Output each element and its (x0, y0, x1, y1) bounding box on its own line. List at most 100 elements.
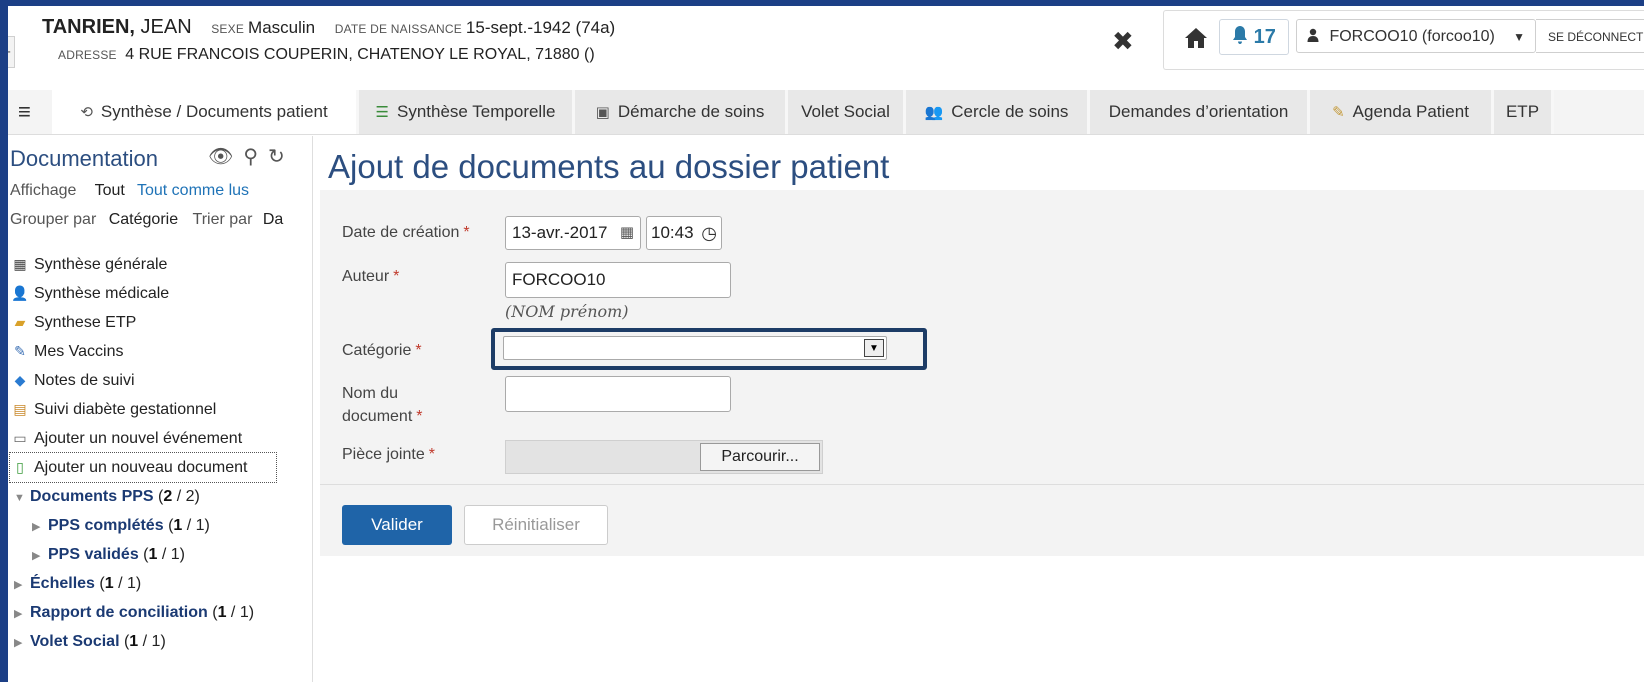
sidebar-item-ajouter-evenement[interactable]: ▭ Ajouter un nouvel événement (10, 424, 312, 453)
date-label-text: Date de création (342, 224, 460, 241)
tab-label: Agenda Patient (1352, 102, 1469, 121)
expanded-triangle-icon: ▼ (14, 492, 25, 504)
sidebar-item-notes-suivi[interactable]: ◆ Notes de suivi (10, 366, 312, 395)
required-mark: * (463, 224, 470, 241)
menu-icon[interactable]: ≡ (18, 90, 31, 134)
notifications-button[interactable]: 17 (1219, 19, 1289, 55)
calendar-icon[interactable]: ▦ (620, 217, 634, 249)
tab-etp[interactable]: ETP (1494, 90, 1554, 134)
tab-synthese-documents[interactable]: ⟲ Synthèse / Documents patient (52, 90, 359, 134)
grid-icon: ▦ (13, 256, 27, 272)
tree-node-documents-pps[interactable]: ▼ Documents PPS (2 / 2) (10, 482, 312, 511)
calendar-icon: ▭ (13, 430, 27, 446)
browse-button[interactable]: Parcourir... (700, 443, 820, 471)
tab-synthese-temporelle[interactable]: ☰ Synthèse Temporelle (359, 90, 575, 134)
count-b: 2 (185, 488, 195, 505)
reset-button[interactable]: Réinitialiser (464, 505, 608, 545)
history-icon: ⟲ (80, 104, 93, 121)
display-all-read-option[interactable]: Tout comme lus (137, 182, 249, 199)
chevron-down-icon[interactable]: ▼ (864, 339, 884, 357)
medkit-icon: ▣ (595, 104, 610, 121)
form-actions: Valider Réinitialiser (320, 484, 1644, 556)
close-icon[interactable]: ✖ (1112, 26, 1134, 57)
count-b: 1 (126, 575, 136, 592)
tree-node-name: Rapport de conciliation (30, 604, 208, 621)
sidebar-item-mes-vaccins[interactable]: ✎ Mes Vaccins (10, 337, 312, 366)
docname-label-line2: document (342, 408, 413, 425)
document-name-field[interactable] (505, 376, 731, 412)
patient-header: + TANRIEN, JEAN SEXEMasculin DATE DE NAI… (8, 6, 1644, 102)
logout-button[interactable]: SE DÉCONNECTER (1536, 19, 1644, 53)
collapsed-triangle-icon: ▶ (14, 579, 23, 591)
docname-label: Nom du document * (342, 382, 423, 428)
creation-date-field[interactable]: 13-avr.-2017 ▦ (505, 216, 641, 250)
expand-panel-handle[interactable]: + (8, 36, 15, 68)
tree-node-rapport-conciliation[interactable]: ▶ Rapport de conciliation (1 / 1) (10, 598, 312, 627)
display-all-option[interactable]: Tout (95, 182, 125, 199)
tree-node-pps-valides[interactable]: ▶ PPS validés (1 / 1) (10, 540, 312, 569)
required-mark: * (393, 268, 400, 285)
tree-node-name: PPS complétés (48, 517, 164, 534)
eye-icon[interactable]: 👁 (208, 146, 243, 168)
sidebar-item-synthese-etp[interactable]: ▰ Synthese ETP (10, 308, 312, 337)
sidebar-item-label: Synthese ETP (34, 314, 137, 331)
sort-value[interactable]: Da (263, 211, 283, 228)
time-value: 10:43 (651, 223, 694, 242)
count-b: 1 (195, 517, 205, 534)
new-document-icon: ▯ (16, 459, 24, 475)
sidebar-item-synthese-medicale[interactable]: 👤 Synthèse médicale (10, 279, 312, 308)
add-document-form: Date de création * 13-avr.-2017 ▦ 10:43 ◷… (320, 190, 1644, 484)
author-label-text: Auteur (342, 268, 390, 285)
tab-demarche-soins[interactable]: ▣ Démarche de soins (575, 90, 788, 134)
date-label: Date de création * (342, 224, 470, 242)
category-select[interactable]: ▼ (503, 336, 887, 360)
attachment-field[interactable]: Parcourir... (505, 440, 823, 474)
user-toolbar: 17 FORCOO10 (forcoo10) ▼ SE DÉCONNECTER (1163, 10, 1644, 70)
count-a: 1 (173, 517, 183, 534)
clock-icon[interactable]: ◷ (701, 217, 717, 249)
sidebar-item-label: Notes de suivi (34, 372, 135, 389)
tree-node-pps-completes[interactable]: ▶ PPS complétés (1 / 1) (10, 511, 312, 540)
group-sort-row: Grouper par Catégorie Trier par Da (10, 211, 291, 229)
collapsed-triangle-icon: ▶ (32, 550, 41, 562)
clipboard-icon: ▤ (13, 401, 27, 417)
collapsed-triangle-icon: ▶ (14, 637, 23, 649)
tree-node-count: (2 / 2) (158, 488, 200, 505)
sidebar-item-suivi-diabete[interactable]: ▤ Suivi diabète gestationnel (10, 395, 312, 424)
home-icon[interactable] (1176, 19, 1216, 55)
tab-agenda-patient[interactable]: ✎ Agenda Patient (1310, 90, 1494, 134)
author-hint: (NOM prénom) (505, 302, 629, 321)
app-window: + TANRIEN, JEAN SEXEMasculin DATE DE NAI… (8, 6, 1644, 682)
tab-cercle-soins[interactable]: 👥 Cercle de soins (906, 90, 1090, 134)
refresh-icon[interactable]: ↻ (268, 146, 295, 168)
user-menu-button[interactable]: FORCOO10 (forcoo10) ▼ (1296, 19, 1536, 53)
tab-demandes-orientation[interactable]: Demandes d’orientation (1090, 90, 1310, 134)
sidebar-title: Documentation (10, 146, 158, 171)
tree-node-volet-social[interactable]: ▶ Volet Social (1 / 1) (10, 627, 312, 656)
author-field[interactable]: FORCOO10 (505, 262, 731, 298)
documentation-sidebar: Documentation 👁⚲↻ Affichage Tout Tout co… (8, 136, 313, 682)
tab-volet-social[interactable]: Volet Social (788, 90, 906, 134)
category-label-text: Catégorie (342, 342, 412, 359)
tree-node-echelles[interactable]: ▶ Échelles (1 / 1) (10, 569, 312, 598)
author-value: FORCOO10 (512, 270, 606, 289)
author-label: Auteur * (342, 268, 399, 286)
sidebar-item-ajouter-document[interactable]: ▯ Ajouter un nouveau document (9, 452, 277, 483)
sort-label: Trier par (192, 211, 253, 228)
group-value[interactable]: Catégorie (109, 211, 178, 228)
main-tabs: ≡ ⟲ Synthèse / Documents patient ☰ Synthès… (8, 90, 1644, 135)
users-icon: 👥 (924, 104, 944, 121)
sidebar-item-label: Mes Vaccins (34, 343, 124, 360)
tab-label: Synthèse / Documents patient (100, 102, 328, 121)
count-a: 1 (129, 633, 139, 650)
group-label: Grouper par (10, 211, 97, 228)
search-icon[interactable]: ⚲ (243, 146, 268, 168)
required-mark: * (416, 408, 423, 425)
sidebar-item-synthese-generale[interactable]: ▦ Synthèse générale (10, 250, 312, 279)
creation-time-field[interactable]: 10:43 ◷ (646, 216, 722, 250)
tree-node-name: PPS validés (48, 546, 139, 563)
submit-button[interactable]: Valider (342, 505, 452, 545)
display-filter: Affichage Tout Tout comme lus (10, 182, 257, 200)
agenda-icon: ✎ (1332, 104, 1345, 121)
dob-value: 15-sept.-1942 (74a) (465, 18, 616, 37)
